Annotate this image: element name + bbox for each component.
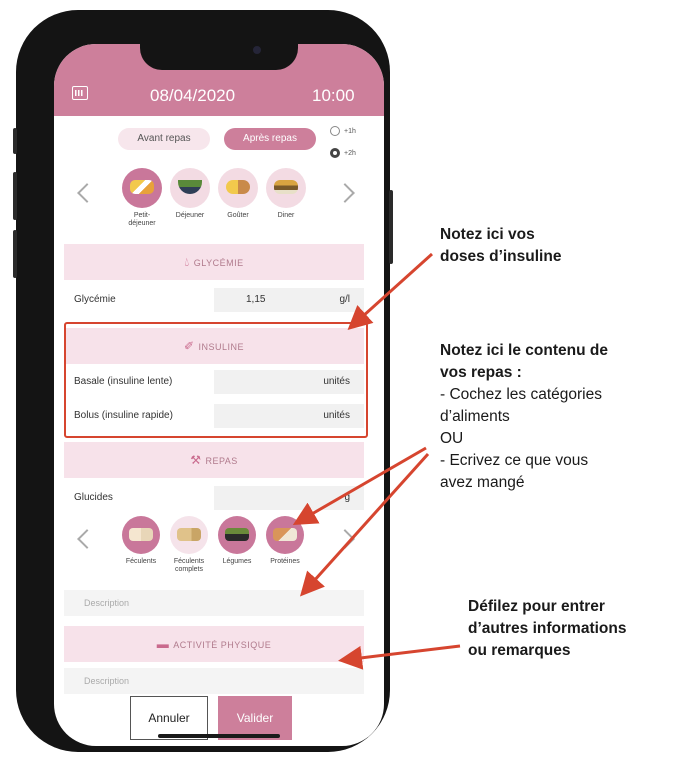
meal-dinner-button[interactable] (266, 168, 306, 208)
tab-before-meal[interactable]: Avant repas (118, 128, 210, 150)
meal-snack-button[interactable] (218, 168, 258, 208)
annotation-repas-line5: OU (440, 430, 464, 447)
category-feculents-button[interactable] (122, 516, 160, 554)
app-screen: 08/04/2020 10:00 Avant repas Après repas… (54, 44, 384, 746)
glycemie-section-header: 💧︎ GLYCÉMIE (64, 244, 364, 280)
glycemie-input[interactable]: 1,15 g/l (214, 288, 364, 312)
annotation-insulin-line1: Notez ici vos (440, 226, 535, 243)
glucides-unit: g (344, 492, 350, 503)
category-proteines-label: Protéines (270, 558, 300, 565)
annotation-scroll: Défilez pour entrer d’autres information… (468, 596, 626, 662)
meal-lunch-button[interactable] (170, 168, 210, 208)
glucides-input[interactable]: g (214, 486, 364, 510)
annotation-scroll-line2: d’autres informations (468, 620, 627, 637)
feculents-icon (129, 528, 153, 541)
annotation-repas-line4: d’aliments (440, 408, 510, 425)
volume-up-button (13, 172, 17, 220)
repas-title: REPAS (205, 456, 238, 466)
calendar-icon[interactable] (72, 86, 88, 100)
volume-down-button (13, 230, 17, 278)
annotation-repas: Notez ici le contenu de vos repas : - Co… (440, 340, 608, 494)
header-date[interactable]: 08/04/2020 (150, 86, 235, 106)
radio-plus-1h-label: +1h (344, 128, 356, 135)
silent-switch (13, 128, 17, 154)
annotation-repas-line1: Notez ici le contenu de (440, 342, 608, 359)
annotation-repas-line7: avez mangé (440, 474, 525, 491)
meal-breakfast-label: Petit- déjeuner (128, 212, 156, 227)
proteines-icon (273, 528, 297, 541)
tab-after-meal[interactable]: Après repas (224, 128, 316, 150)
dinner-icon (274, 180, 298, 194)
lunch-icon (178, 180, 202, 194)
annotation-repas-line6: - Ecrivez ce que vous (440, 452, 589, 469)
power-button (389, 190, 393, 264)
meal-dinner-label: Diner (277, 212, 295, 219)
shoe-icon: ▬ (156, 637, 170, 651)
category-feculents-complets-button[interactable] (170, 516, 208, 554)
insulin-highlight-frame (64, 322, 368, 438)
annotation-insulin: Notez ici vos doses d’insuline (440, 224, 561, 268)
glycemie-unit: g/l (339, 294, 350, 305)
annotation-repas-line3: - Cochez les catégories (440, 386, 602, 403)
meal-lunch-label: Déjeuner (175, 212, 205, 219)
home-indicator (158, 734, 280, 738)
activite-section-header: ▬ ACTIVITÉ PHYSIQUE (64, 626, 364, 662)
glycemie-title: GLYCÉMIE (193, 258, 244, 268)
header-time[interactable]: 10:00 (312, 86, 355, 106)
feculents-complets-icon (177, 528, 201, 541)
breakfast-icon (130, 180, 154, 194)
cutlery-icon: ⚒ (190, 453, 202, 467)
legumes-icon (225, 528, 249, 541)
glucides-label: Glucides (74, 492, 113, 503)
radio-plus-1h[interactable] (330, 126, 340, 136)
radio-plus-2h[interactable] (330, 148, 340, 158)
annotation-scroll-line3: ou remarques (468, 642, 571, 659)
activite-title: ACTIVITÉ PHYSIQUE (173, 640, 272, 650)
drop-icon: 💧︎ (184, 255, 190, 269)
category-legumes-button[interactable] (218, 516, 256, 554)
notch (140, 36, 298, 70)
annotation-scroll-line1: Défilez pour entrer (468, 598, 605, 615)
activite-description-input[interactable]: Description (64, 668, 364, 694)
category-feculents-complets-label: Féculents complets (173, 558, 205, 573)
radio-plus-2h-label: +2h (344, 150, 356, 157)
meal-breakfast-button[interactable] (122, 168, 162, 208)
camera (253, 46, 261, 54)
annotation-insulin-line2: doses d’insuline (440, 248, 562, 265)
snack-icon (226, 180, 250, 194)
meal-prev-chevron-icon[interactable] (77, 183, 97, 203)
category-feculents-label: Féculents (125, 558, 157, 565)
glycemie-label: Glycémie (74, 294, 116, 305)
glycemie-value: 1,15 (246, 294, 266, 305)
meal-next-chevron-icon[interactable] (335, 183, 355, 203)
category-prev-chevron-icon[interactable] (77, 529, 97, 549)
meal-snack-label: Goûter (227, 212, 249, 219)
category-next-chevron-icon[interactable] (335, 529, 355, 549)
repas-section-header: ⚒ REPAS (64, 442, 364, 478)
category-legumes-label: Légumes (222, 558, 252, 565)
annotation-repas-line2: vos repas : (440, 364, 522, 381)
phone-frame: 08/04/2020 10:00 Avant repas Après repas… (13, 10, 393, 752)
category-proteines-button[interactable] (266, 516, 304, 554)
repas-description-input[interactable]: Description (64, 590, 364, 616)
